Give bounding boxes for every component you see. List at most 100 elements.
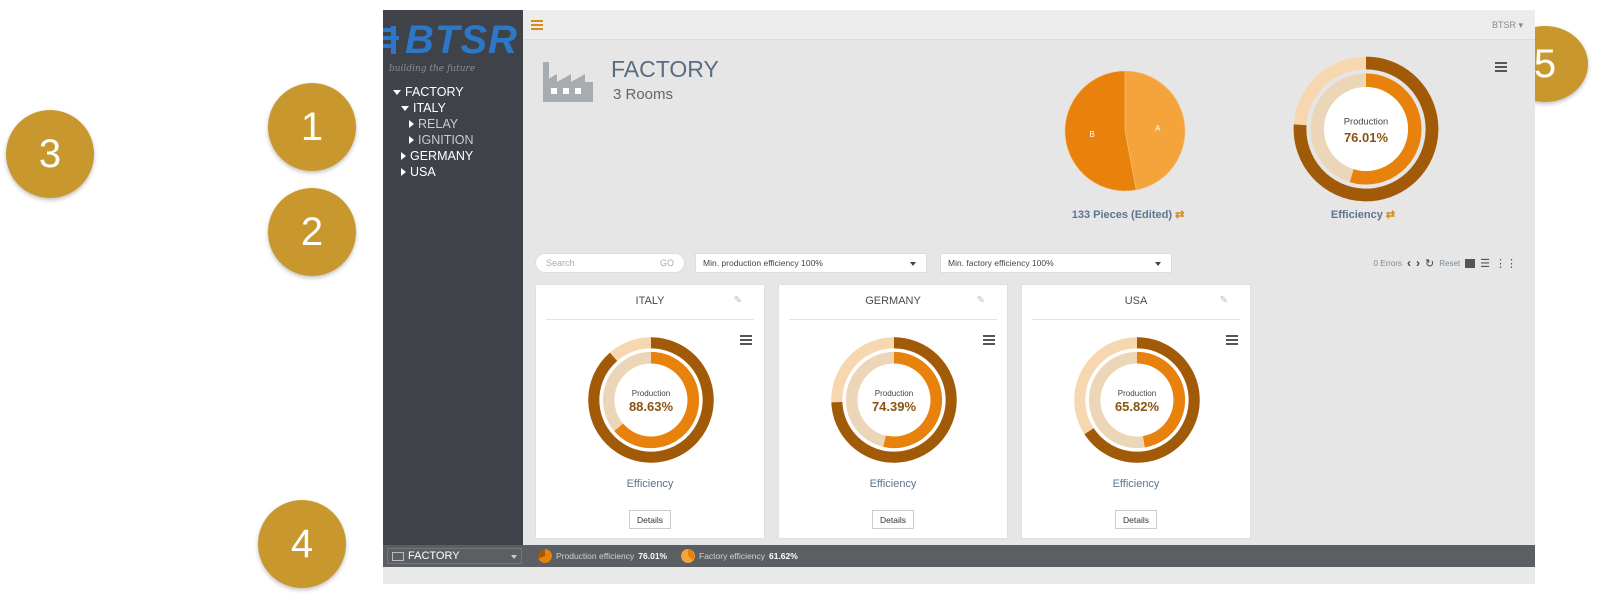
factory-efficiency-select[interactable]: Min. factory efficiency 100% (940, 253, 1172, 273)
reset-button[interactable]: Reset (1439, 259, 1460, 268)
germany-efficiency-donut[interactable]: Production74.39% (829, 335, 959, 465)
page-title: FACTORY (611, 56, 719, 82)
details-button[interactable]: Details (872, 510, 914, 529)
status-bar: FACTORY Production efficiency 76.01% Fac… (383, 545, 1535, 567)
filter-controls: Search GO Min. production efficiency 100%… (523, 253, 1535, 275)
room-card-germany: GERMANY ✎ Production 74.39% Efficiency De… (778, 284, 1008, 539)
production-efficiency-stat: Production efficiency 76.01% (538, 548, 667, 564)
efficiency-caption-text: Efficiency (1330, 209, 1383, 221)
donut-value: 65.82% (1115, 399, 1160, 414)
tree-label: FACTORY (405, 85, 464, 99)
caret-right-icon (409, 120, 414, 128)
tree-item-ignition[interactable]: IGNITION (393, 132, 474, 148)
errors-count[interactable]: 0 Errors (1374, 259, 1402, 268)
page: 1 2 3 4 5 BTSR building the future FACTO… (0, 0, 1611, 593)
caret-down-icon (910, 262, 916, 266)
compact-view-icon[interactable]: ⋮⋮ (1495, 257, 1517, 270)
grid-view-icon[interactable] (1465, 258, 1476, 268)
next-icon[interactable]: › (1416, 256, 1420, 270)
divider (546, 319, 754, 320)
callout-4: 4 (258, 500, 346, 588)
top-bar: BTSR ▾ (523, 10, 1535, 40)
caret-down-icon (1155, 262, 1161, 266)
stat-value: 76.01% (638, 551, 668, 561)
user-menu[interactable]: BTSR ▾ (1492, 20, 1523, 31)
pieces-caption[interactable]: 133 Pieces (Edited) ⇄ (1038, 208, 1218, 221)
details-button[interactable]: Details (1115, 510, 1157, 529)
stat-label: Factory efficiency (699, 551, 765, 561)
pieces-chart: AB 133 Pieces (Edited) ⇄ (1038, 60, 1198, 230)
pieces-caption-text: 133 Pieces (Edited) (1071, 209, 1172, 221)
tree-label: RELAY (418, 117, 459, 131)
details-button[interactable]: Details (629, 510, 671, 529)
list-view-icon[interactable]: ☰ (1480, 257, 1490, 270)
tree-item-italy[interactable]: ITALY (393, 100, 474, 116)
stat-value: 61.62% (768, 551, 798, 561)
view-toolbar: 0 Errors ‹ › ↻ Reset ☰ ⋮⋮ (1374, 256, 1517, 270)
donut-label: Production (875, 389, 913, 398)
donut-label: Production (1344, 117, 1388, 127)
hamburger-menu-icon[interactable] (531, 20, 543, 30)
tree-label: USA (410, 165, 436, 179)
factory-icon (543, 62, 593, 102)
brand-logo: BTSR building the future (383, 18, 523, 74)
wrench-icon[interactable]: ✎ (734, 295, 742, 306)
tree-item-relay[interactable]: RELAY (393, 116, 474, 132)
swap-icon[interactable]: ⇄ (1386, 209, 1395, 221)
card-menu-icon[interactable] (1226, 335, 1238, 345)
tree-item-germany[interactable]: GERMANY (393, 148, 474, 164)
tree-label: ITALY (413, 101, 446, 115)
prev-icon[interactable]: ‹ (1407, 256, 1411, 270)
card-menu-icon[interactable] (983, 335, 995, 345)
pieces-pie-svg[interactable]: AB (1060, 66, 1190, 196)
tree-item-factory[interactable]: FACTORY (393, 84, 474, 100)
callout-3: 3 (6, 110, 94, 198)
donut-value: 74.39% (872, 399, 917, 414)
logo-tagline: building the future (389, 64, 476, 74)
caret-right-icon (401, 152, 406, 160)
pie-slice-label: B (1089, 130, 1094, 139)
card-menu-icon[interactable] (740, 335, 752, 345)
callout-2: 2 (268, 188, 356, 276)
production-pie-icon (538, 549, 552, 563)
card-title: GERMANY (865, 295, 921, 307)
swap-icon[interactable]: ⇄ (1175, 209, 1184, 221)
caret-down-icon (393, 89, 401, 95)
room-card-italy: ITALY ✎ Production 88.63% Efficiency Deta… (535, 284, 765, 539)
page-subtitle: 3 Rooms (613, 86, 674, 103)
tree-item-usa[interactable]: USA (393, 164, 474, 180)
logo-mark-icon (383, 26, 399, 54)
search-input[interactable]: Search GO (535, 253, 685, 273)
caret-down-icon (511, 555, 517, 559)
card-efficiency-label: Efficiency (626, 478, 674, 490)
go-button[interactable]: GO (660, 258, 674, 268)
efficiency-caption[interactable]: Efficiency ⇄ (1288, 208, 1438, 221)
factory-select-value: FACTORY (408, 550, 460, 562)
caret-right-icon (401, 168, 406, 176)
card-title: ITALY (635, 295, 665, 307)
factory-small-icon (392, 552, 404, 561)
wrench-icon[interactable]: ✎ (977, 295, 985, 306)
tree-label: GERMANY (410, 149, 474, 163)
select-value: Min. factory efficiency 100% (948, 258, 1054, 268)
wrench-icon[interactable]: ✎ (1220, 295, 1228, 306)
tree-label: IGNITION (418, 133, 474, 147)
donut-label: Production (632, 389, 670, 398)
donut-value: 76.01% (1344, 130, 1389, 145)
factory-efficiency-donut[interactable]: Production 76.01% (1291, 54, 1441, 204)
callout-1: 1 (268, 83, 356, 171)
logo-text: BTSR (405, 18, 518, 62)
pie-slice-label: A (1155, 124, 1161, 133)
main-content: FACTORY 3 Rooms AB 133 Pieces (Edited) ⇄… (523, 40, 1535, 558)
italy-efficiency-donut[interactable]: Production88.63% (586, 335, 716, 465)
room-card-usa: USA ✎ Production 65.82% Efficiency Detail… (1021, 284, 1251, 539)
chart-menu-icon[interactable] (1495, 62, 1507, 72)
refresh-icon[interactable]: ↻ (1425, 257, 1434, 270)
app-window: BTSR building the future FACTORY ITALY R… (383, 10, 1535, 584)
production-efficiency-select[interactable]: Min. production efficiency 100% (695, 253, 927, 273)
usa-efficiency-donut[interactable]: Production65.82% (1072, 335, 1202, 465)
search-placeholder: Search (546, 258, 575, 268)
factory-select[interactable]: FACTORY (387, 548, 522, 564)
divider (1032, 319, 1240, 320)
card-efficiency-label: Efficiency (869, 478, 917, 490)
